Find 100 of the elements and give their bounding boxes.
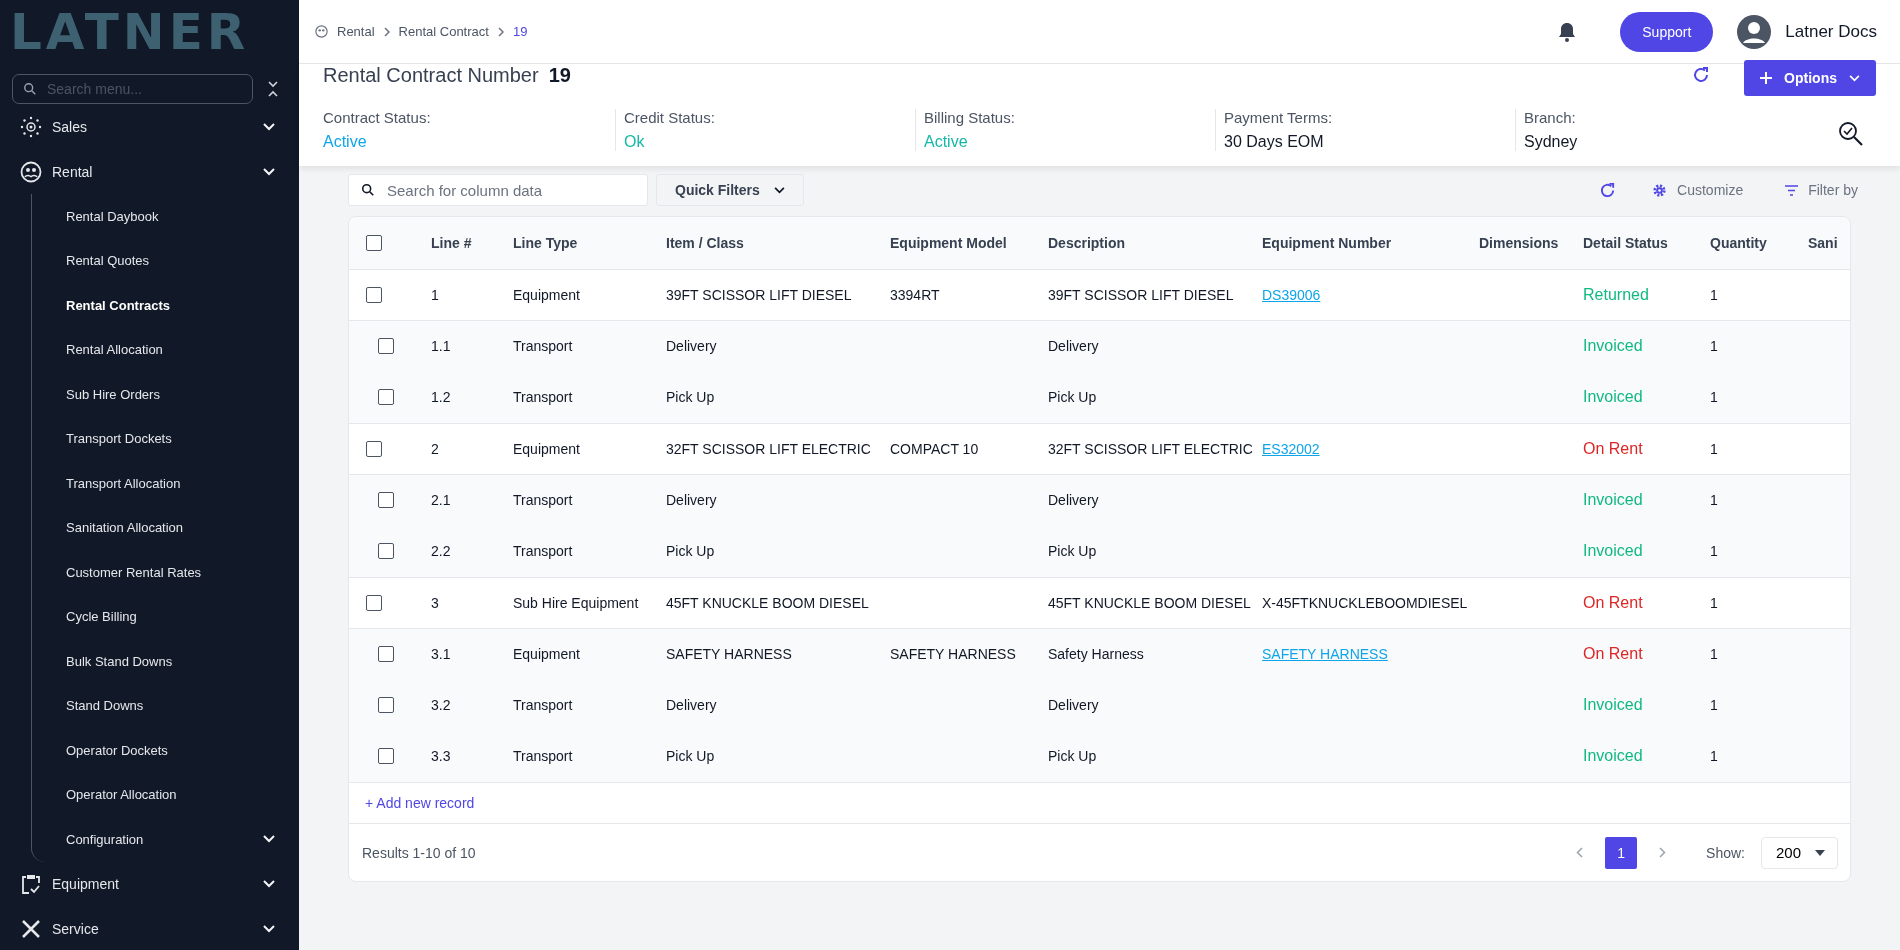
options-button[interactable]: Options [1744, 60, 1876, 96]
submenu-item[interactable]: Operator Dockets [32, 728, 279, 773]
item-class: 39FT SCISSOR LIFT DIESEL [666, 287, 852, 303]
field-value: Sydney [1524, 133, 1579, 151]
row-checkbox[interactable] [366, 595, 382, 611]
column-header[interactable]: Sani [1808, 235, 1838, 251]
customize-button[interactable]: Customize [1646, 181, 1750, 199]
field-value: Active [924, 133, 969, 151]
row-checkbox[interactable] [378, 338, 394, 354]
column-header[interactable]: Quantity [1710, 235, 1767, 251]
submenu-item[interactable]: Rental Contracts [32, 283, 279, 328]
submenu-item[interactable]: Cycle Billing [32, 594, 279, 639]
gear-icon [1652, 182, 1668, 198]
column-header[interactable]: Dimensions [1479, 235, 1559, 251]
support-button[interactable]: Support [1620, 11, 1714, 52]
show-label: Show: [1706, 844, 1745, 861]
row-checkbox[interactable] [378, 697, 394, 713]
status-text: On Rent [1583, 645, 1643, 662]
status-text: Invoiced [1583, 747, 1643, 764]
chevron-icon [263, 880, 275, 888]
line-type: Equipment [513, 287, 580, 303]
caret-icon [1815, 849, 1825, 856]
row-checkbox[interactable] [378, 492, 394, 508]
submenu-item[interactable]: Transport Allocation [32, 461, 279, 506]
chevron-right-icon [383, 26, 390, 37]
field-value: 30 Days EOM [1224, 133, 1325, 151]
field-label: Branch: [1524, 109, 1577, 126]
column-header[interactable]: Line # [431, 235, 472, 251]
description: Pick Up [1048, 389, 1097, 405]
column-header[interactable]: Description [1048, 235, 1125, 251]
select-all-checkbox[interactable] [366, 235, 382, 251]
quick-filters-button[interactable]: Quick Filters [656, 174, 804, 206]
column-header[interactable]: Equipment Number [1262, 235, 1392, 251]
submenu-item[interactable]: Operator Allocation [32, 772, 279, 817]
refresh-icon[interactable] [1692, 66, 1711, 84]
status-text: Invoiced [1583, 491, 1643, 508]
submenu-item[interactable]: Configuration [32, 817, 279, 862]
equipment-number: X-45FTKNUCKLEBOOMDIESEL [1262, 595, 1468, 611]
description: 39FT SCISSOR LIFT DIESEL [1048, 287, 1234, 303]
chevron-right-icon [497, 26, 504, 37]
page-button[interactable]: 1 [1605, 836, 1638, 869]
avatar-icon[interactable] [1737, 14, 1772, 49]
submenu-item[interactable]: Bulk Stand Downs [32, 639, 279, 684]
refresh-icon[interactable] [1599, 181, 1617, 199]
field-value: Active [323, 133, 368, 151]
radar-icon [20, 115, 42, 138]
submenu-item[interactable]: Rental Allocation [32, 327, 279, 372]
breadcrumb-link[interactable]: 19 [512, 24, 528, 39]
quantity: 1 [1710, 543, 1718, 559]
add-record-link[interactable]: + Add new record [365, 795, 475, 811]
user-name[interactable]: Latner Docs [1785, 21, 1877, 42]
line-type: Transport [513, 492, 573, 508]
item-class: SAFETY HARNESS [666, 646, 792, 662]
menu-item[interactable]: Equipment [12, 861, 279, 907]
row-checkbox[interactable] [378, 748, 394, 764]
submenu-item[interactable]: Sanitation Allocation [32, 505, 279, 550]
line-type: Sub Hire Equipment [513, 595, 639, 611]
line-number: 3 [431, 595, 439, 611]
row-checkbox[interactable] [378, 389, 394, 405]
menu-item[interactable]: Service [12, 906, 279, 950]
quantity: 1 [1710, 697, 1718, 713]
line-type: Equipment [513, 441, 580, 457]
column-header[interactable]: Equipment Model [890, 235, 1007, 251]
description: Safety Harness [1048, 646, 1144, 662]
row-checkbox[interactable] [378, 646, 394, 662]
submenu-item[interactable]: Transport Dockets [32, 416, 279, 461]
item-class: Pick Up [666, 543, 715, 559]
field-label: Credit Status: [624, 109, 716, 126]
bell-icon[interactable] [1558, 21, 1577, 42]
breadcrumb-link[interactable]: Rental [337, 24, 375, 39]
menu-search-field[interactable]: Search menu... [12, 74, 253, 104]
collapse-icon[interactable] [267, 80, 279, 98]
magnifier-check-icon[interactable] [1838, 121, 1864, 147]
column-header[interactable]: Line Type [513, 235, 578, 251]
filter-button[interactable]: Filter by [1779, 181, 1864, 199]
breadcrumb-link[interactable]: Rental Contract [398, 24, 489, 39]
quantity: 1 [1710, 338, 1718, 354]
page-size-select[interactable]: 200 [1760, 836, 1838, 869]
row-checkbox[interactable] [366, 441, 382, 457]
submenu-item[interactable]: Rental Quotes [32, 238, 279, 283]
menu-item[interactable]: Sales [12, 104, 279, 149]
quantity: 1 [1710, 389, 1718, 405]
submenu-item[interactable]: Customer Rental Rates [32, 550, 279, 595]
submenu-item[interactable]: Sub Hire Orders [32, 372, 279, 417]
status-text: On Rent [1583, 594, 1643, 611]
submenu-item[interactable]: Stand Downs [32, 683, 279, 728]
column-header[interactable]: Item / Class [666, 235, 744, 251]
logo: LATNER [10, 2, 250, 63]
column-header[interactable]: Detail Status [1583, 235, 1668, 251]
line-number: 1.2 [431, 389, 451, 405]
description: Pick Up [1048, 748, 1097, 764]
row-checkbox[interactable] [378, 543, 394, 559]
menu-item[interactable]: Rental [12, 149, 279, 194]
submenu-item[interactable]: Rental Daybook [32, 194, 279, 239]
line-number: 2 [431, 441, 439, 457]
page-title: Rental Contract Number [323, 63, 539, 87]
description: 32FT SCISSOR LIFT ELECTRIC [1048, 441, 1253, 457]
column-search-field[interactable]: Search for column data [348, 174, 648, 206]
clipboard-check-icon [20, 873, 42, 895]
row-checkbox[interactable] [366, 287, 382, 303]
